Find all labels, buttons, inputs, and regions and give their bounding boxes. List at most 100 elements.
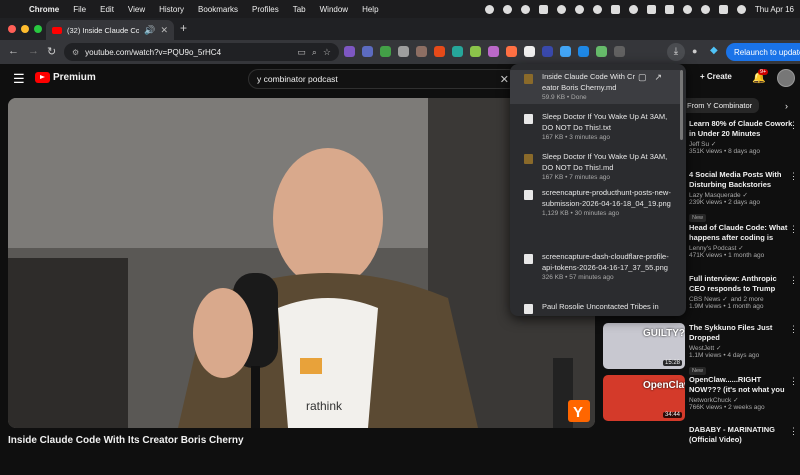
extension-icon[interactable] [416,46,427,57]
extension-icon[interactable] [452,46,463,57]
record-icon[interactable] [484,4,494,14]
download-item[interactable]: Paul Rosolie Uncontacted Tribes in [510,300,680,316]
display-icon[interactable] [610,4,620,14]
download-item[interactable]: Sleep Doctor If You Wake Up At 3AM, DO N… [510,150,680,184]
search-input[interactable]: y combinator podcast [257,74,500,84]
reload-icon[interactable]: ↻ [47,45,56,58]
video-thumbnail[interactable]: OpenClaw 34:44 [603,375,685,421]
extension-icon[interactable] [560,46,571,57]
spotlight-search-icon[interactable] [700,4,710,14]
recommended-video[interactable]: OpenClaw 34:44 OpenClaw......RIGHT NOW??? … [603,375,800,425]
chevron-right-icon[interactable]: › [785,101,788,111]
zoom-window-button[interactable] [34,25,42,33]
control-center-icon[interactable] [718,4,728,14]
extension-icon[interactable] [470,46,481,57]
channel-name[interactable]: Lenny's Podcast ✓ [689,244,793,252]
bluetooth-icon[interactable] [556,4,566,14]
open-external-icon[interactable]: ↗ [654,72,662,83]
download-item[interactable]: screencapture-dash-cloudflare-profile-ap… [510,250,680,284]
sync-icon[interactable] [520,4,530,14]
recommended-video[interactable]: DABABY - MARINATING (Official Video) ⋮ [603,425,800,475]
channel-name[interactable]: NetworkChuck ✓ [689,396,793,404]
site-info-icon[interactable]: ⚙ [72,48,79,57]
dots-icon[interactable] [628,4,638,14]
create-button[interactable]: + Create [700,72,732,81]
channel-name[interactable]: Lazy Masquerade ✓ [689,191,793,199]
chip-from-y-combinator[interactable]: From Y Combinator [680,98,760,113]
menu-history[interactable]: History [152,5,191,14]
brush-icon[interactable] [502,4,512,14]
channel-name[interactable]: WestJett ✓ [689,344,793,352]
zoom-icon[interactable]: ⌕ [312,47,317,58]
more-options-icon[interactable]: ⋮ [789,224,798,235]
extensions-puzzle-icon[interactable] [614,46,625,57]
menu-help[interactable]: Help [355,5,385,14]
keyboard-input-icon[interactable] [646,4,656,14]
video-thumbnail[interactable]: GUILTY? 15:28 [603,323,685,369]
headphones-icon[interactable] [574,4,584,14]
downloads-icon[interactable]: ⤓ [667,43,685,61]
close-tab-icon[interactable]: ✕ [160,25,168,36]
menu-file[interactable]: File [66,5,93,14]
extension-icon[interactable] [488,46,499,57]
menu-bookmarks[interactable]: Bookmarks [191,5,245,14]
menu-tab[interactable]: Tab [286,5,313,14]
more-options-icon[interactable]: ⋮ [789,324,798,335]
extension-icon[interactable] [506,46,517,57]
menu-clock[interactable]: Thu Apr 16 [755,5,794,14]
recommended-video[interactable]: GUILTY? 15:28 The Sykkuno Files Just Dropp… [603,323,800,375]
more-options-icon[interactable]: ⋮ [789,171,798,182]
show-in-folder-icon[interactable]: ▢ [638,72,647,83]
more-options-icon[interactable]: ⋮ [789,376,798,387]
menu-window[interactable]: Window [313,5,355,14]
minimize-window-button[interactable] [21,25,29,33]
power-icon[interactable] [592,4,602,14]
extension-icon[interactable] [398,46,409,57]
address-url[interactable]: youtube.com/watch?v=PQU9o_5rHC4 [85,48,291,57]
close-window-button[interactable] [8,25,16,33]
more-options-icon[interactable]: ⋮ [789,426,798,437]
menu-hamburger-icon[interactable]: ☰ [13,71,25,87]
video-title[interactable]: Full interview: Anthropic CEO responds t… [689,274,793,293]
audio-icon[interactable]: 🔊 [144,25,155,36]
sidebar-icon[interactable]: ◆ [710,45,718,56]
new-tab-button[interactable]: + [180,21,187,35]
search-box[interactable]: y combinator podcast ✕ [248,69,518,89]
extension-icon[interactable] [596,46,607,57]
extension-icon[interactable] [362,46,373,57]
extension-icon[interactable] [578,46,589,57]
wifi-icon[interactable] [682,4,692,14]
siri-icon[interactable] [736,4,746,14]
extension-icon[interactable] [542,46,553,57]
extension-icon[interactable] [434,46,445,57]
scrollbar[interactable] [680,70,683,140]
forward-arrow-icon[interactable]: → [28,45,39,57]
video-title[interactable]: 4 Social Media Posts With Disturbing Bac… [689,170,793,189]
tab-youtube[interactable]: (32) Inside Claude Code W 🔊 ✕ [46,20,174,40]
extension-icon[interactable] [344,46,355,57]
more-options-icon[interactable]: ⋮ [789,120,798,131]
channel-name[interactable]: Jeff Su ✓ [689,140,793,148]
menu-edit[interactable]: Edit [93,5,121,14]
download-item[interactable]: Sleep Doctor If You Wake Up At 3AM, DO N… [510,110,680,144]
extension-icon[interactable] [524,46,535,57]
clear-search-icon[interactable]: ✕ [500,73,509,86]
video-title[interactable]: Head of Claude Code: What happens after … [689,223,793,242]
menu-profiles[interactable]: Profiles [245,5,286,14]
download-item[interactable]: screencapture-producthunt-posts-new-subm… [510,186,680,220]
youtube-logo[interactable]: Premium [35,72,96,83]
channel-name[interactable]: CBS News ✓ and 2 more [689,295,793,303]
video-title[interactable]: The Sykkuno Files Just Dropped [689,323,793,342]
address-bar[interactable]: ⚙ youtube.com/watch?v=PQU9o_5rHC4 ▭ ⌕ ☆ [64,43,339,61]
download-item[interactable]: Inside Claude Code With Creator Boris Ch… [510,70,680,104]
video-title[interactable]: DABABY - MARINATING (Official Video) [689,425,793,444]
battery-icon[interactable] [664,4,674,14]
video-title[interactable]: OpenClaw......RIGHT NOW??? (it's not wha… [689,375,793,394]
profile-icon[interactable]: ● [692,46,697,56]
relaunch-button[interactable]: Relaunch to update [726,43,800,61]
extension-icon[interactable] [380,46,391,57]
menu-app-name[interactable]: Chrome [22,5,66,14]
evernote-icon[interactable] [538,4,548,14]
menu-view[interactable]: View [121,5,152,14]
video-title[interactable]: Learn 80% of Claude Cowork in Under 20 M… [689,119,793,138]
